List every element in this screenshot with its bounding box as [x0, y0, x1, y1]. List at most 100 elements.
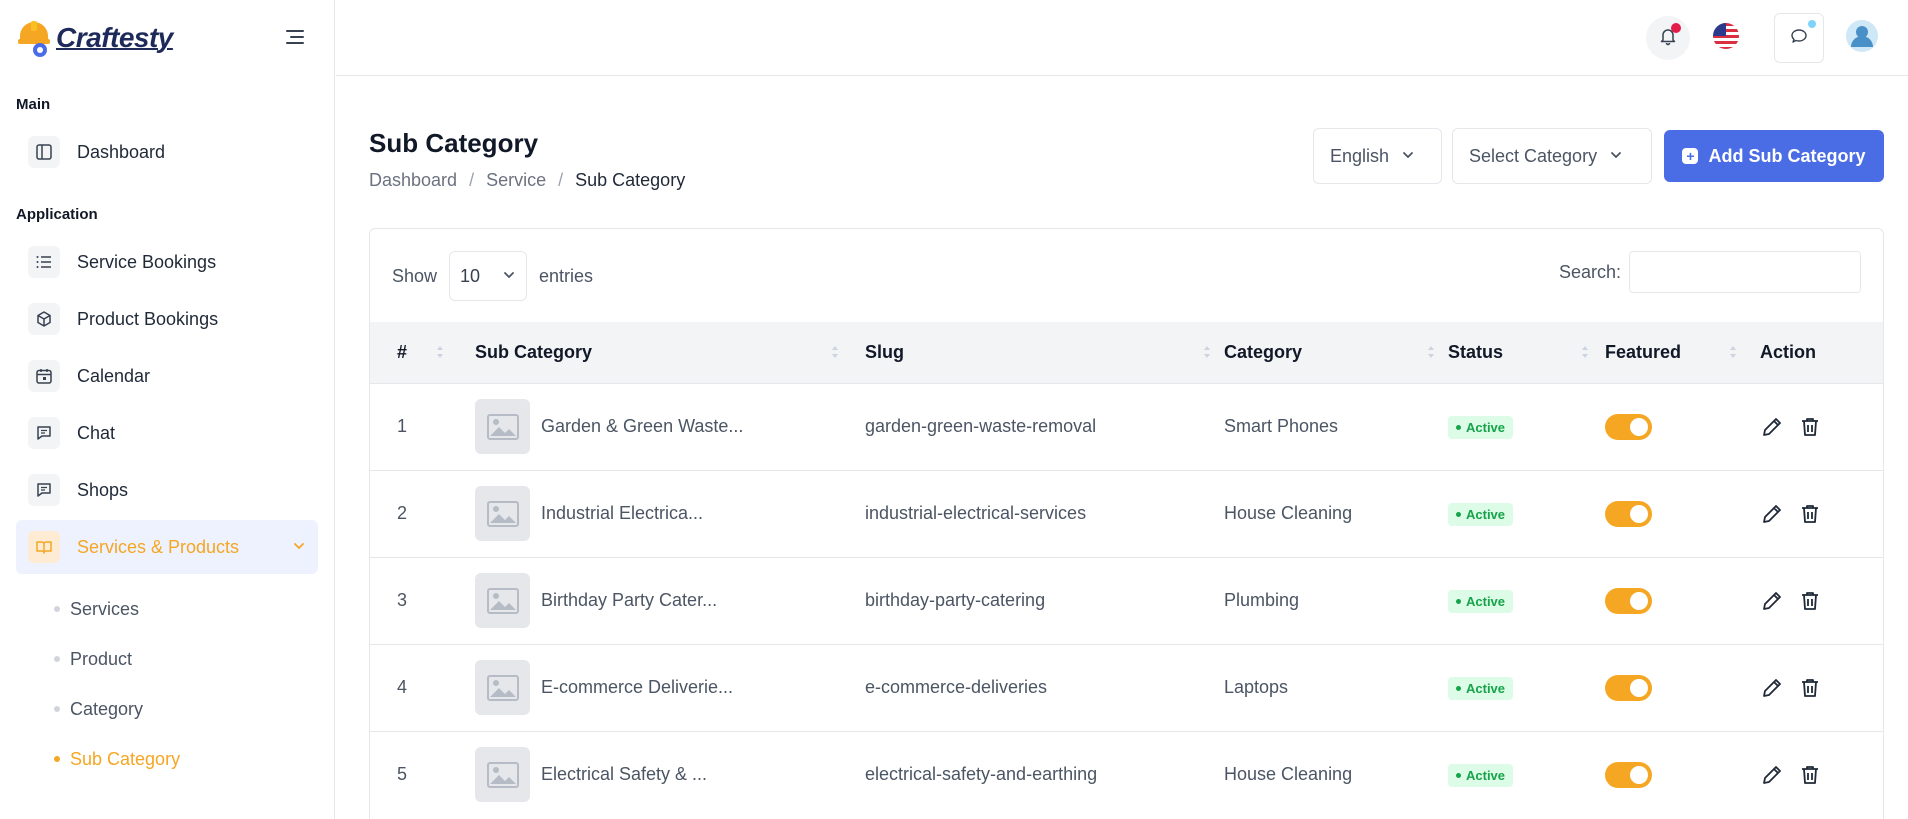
edit-icon[interactable] [1760, 502, 1784, 526]
edit-icon[interactable] [1760, 763, 1784, 787]
language-flag-button[interactable] [1704, 16, 1748, 60]
delete-icon[interactable] [1798, 502, 1822, 526]
show-label: Show [392, 265, 438, 286]
featured-cell [1605, 382, 1760, 470]
breadcrumb-item[interactable]: Service [486, 170, 546, 191]
category-select[interactable]: Select Category [1452, 128, 1652, 184]
user-avatar[interactable] [1840, 16, 1884, 60]
sidebar-item-calendar[interactable]: Calendar [16, 349, 318, 403]
sort-icon [832, 346, 838, 358]
featured-cell [1605, 730, 1760, 818]
box-icon [28, 303, 60, 335]
sub-category-name: Industrial Electrica... [541, 503, 704, 523]
table-row: 1 Garden & Green Waste... garden-green-w… [370, 382, 1883, 470]
slug-cell: birthday-party-catering [865, 556, 1224, 644]
delete-icon[interactable] [1798, 763, 1822, 787]
delete-icon[interactable] [1798, 589, 1822, 613]
menu-toggle-icon[interactable] [284, 26, 306, 48]
calendar-icon [28, 360, 60, 392]
sub-category-table: # Sub Category Slug Category Status Feat… [370, 322, 1883, 818]
sidebar-item-services-products[interactable]: Services & Products [16, 520, 318, 574]
breadcrumb-separator: / [558, 170, 564, 190]
page-title: Sub Category [369, 128, 539, 158]
category-cell: Laptops [1224, 643, 1448, 731]
sidebar-item-product-bookings[interactable]: Product Bookings [16, 292, 318, 346]
column-header-action: Action [1760, 322, 1883, 383]
column-header-label: # [397, 341, 408, 362]
status-badge: Active [1448, 416, 1514, 439]
row-number: 4 [370, 643, 475, 731]
image-placeholder-icon [475, 486, 530, 541]
column-header-category[interactable]: Category [1224, 322, 1448, 383]
delete-icon[interactable] [1798, 415, 1822, 439]
status-cell: Active [1448, 730, 1605, 818]
table-search: Search: [1559, 251, 1861, 293]
column-header-featured[interactable]: Featured [1605, 322, 1760, 383]
featured-toggle[interactable] [1605, 674, 1652, 701]
sidebar-subitem-label: Category [70, 698, 144, 719]
page-length-select[interactable]: 10 [449, 251, 528, 301]
plus-icon: + [1682, 148, 1699, 164]
sidebar-subitem-category[interactable]: Category [0, 684, 334, 734]
image-placeholder-icon [475, 399, 530, 454]
sidebar: Craftesty Main Dashboard Application Ser… [0, 0, 335, 819]
row-number: 1 [370, 382, 475, 470]
sort-icon [1204, 346, 1210, 358]
sort-icon [1730, 346, 1736, 358]
sidebar-subitem-services[interactable]: Services [0, 584, 334, 634]
column-header-number[interactable]: # [370, 322, 475, 383]
avatar-icon [1845, 19, 1879, 58]
chat-icon [28, 417, 60, 449]
breadcrumb-current: Sub Category [575, 170, 686, 190]
message-dot [1808, 20, 1816, 28]
sidebar-subitem-sub-category[interactable]: Sub Category [0, 734, 334, 784]
sidebar-item-shops[interactable]: Shops [16, 463, 318, 517]
sidebar-item-label: Dashboard [77, 141, 166, 162]
sidebar-item-label: Service Bookings [77, 251, 217, 272]
column-header-label: Slug [865, 341, 904, 362]
sidebar-subitem-product[interactable]: Product [0, 634, 334, 684]
featured-toggle[interactable] [1605, 761, 1652, 788]
chevron-down-icon [292, 537, 306, 558]
page-length-value: 10 [460, 265, 481, 286]
action-cell [1760, 556, 1883, 644]
delete-icon[interactable] [1798, 676, 1822, 700]
edit-icon[interactable] [1760, 415, 1784, 439]
language-select[interactable]: English [1313, 128, 1442, 184]
column-header-status[interactable]: Status [1448, 322, 1605, 383]
section-main-title: Main [16, 96, 51, 113]
messages-button[interactable] [1774, 13, 1824, 63]
sidebar-subitem-label: Sub Category [70, 748, 181, 769]
breadcrumb-item[interactable]: Dashboard [369, 170, 457, 191]
status-badge: Active [1448, 503, 1514, 526]
sidebar-item-chat[interactable]: Chat [16, 406, 318, 460]
search-input[interactable] [1629, 251, 1861, 293]
status-badge: Active [1448, 590, 1514, 613]
edit-icon[interactable] [1760, 676, 1784, 700]
column-header-label: Category [1224, 341, 1303, 362]
sidebar-item-dashboard[interactable]: Dashboard [16, 125, 318, 179]
language-select-value: English [1330, 145, 1390, 166]
us-flag-icon [1712, 22, 1740, 55]
notification-dot [1671, 23, 1681, 33]
edit-icon[interactable] [1760, 589, 1784, 613]
search-label: Search: [1558, 261, 1621, 282]
add-sub-category-button[interactable]: + Add Sub Category [1664, 130, 1884, 182]
featured-toggle[interactable] [1605, 500, 1652, 527]
logo-bar: Craftesty [0, 0, 334, 76]
logo-icon [16, 18, 52, 58]
sidebar-item-service-bookings[interactable]: Service Bookings [16, 235, 318, 289]
notification-button[interactable] [1646, 16, 1690, 60]
sub-category-cell: Birthday Party Cater... [475, 556, 865, 644]
featured-toggle[interactable] [1605, 413, 1652, 440]
breadcrumb: Dashboard / Service / Sub Category [369, 170, 685, 191]
bullet-icon [54, 656, 60, 662]
column-header-slug[interactable]: Slug [865, 322, 1224, 383]
column-header-sub-category[interactable]: Sub Category [475, 322, 865, 383]
status-cell: Active [1448, 469, 1605, 557]
sub-category-name: E-commerce Deliverie... [541, 677, 734, 697]
page-length-control: Show 10 entries [392, 251, 593, 301]
slug-cell: garden-green-waste-removal [865, 382, 1224, 470]
sidebar-subitem-label: Product [70, 648, 133, 669]
featured-toggle[interactable] [1605, 587, 1652, 614]
